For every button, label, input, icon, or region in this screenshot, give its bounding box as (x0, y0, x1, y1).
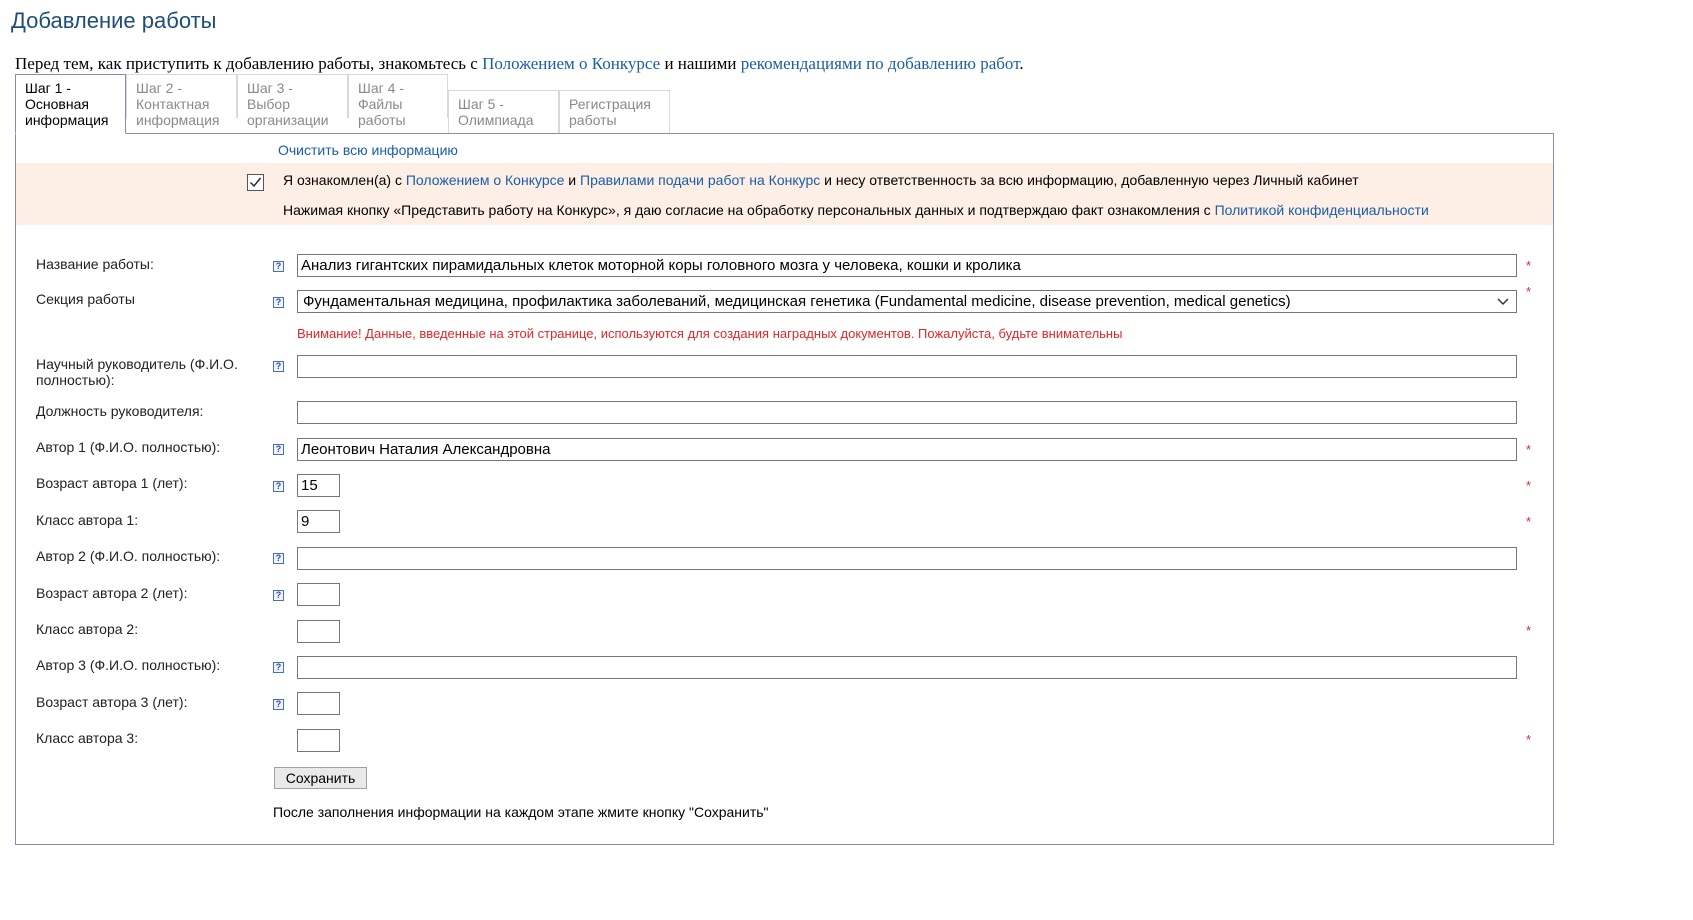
agreement-text: Я ознакомлен(а) с Положением о Конкурсе … (283, 172, 1359, 188)
save-button[interactable]: Сохранить (274, 767, 367, 789)
tab-step-3[interactable]: Шаг 3 - Выбор организации (237, 74, 348, 128)
author3-age-input[interactable] (297, 692, 340, 715)
help-icon[interactable]: ? (273, 444, 284, 455)
help-icon[interactable]: ? (273, 297, 284, 308)
agreement-text-1: Я ознакомлен(а) с (283, 172, 406, 188)
help-icon[interactable]: ? (273, 590, 284, 601)
form-panel (15, 133, 1554, 845)
author2-label: Автор 2 (Ф.И.О. полностью): (36, 548, 221, 564)
work-title-label: Название работы: (36, 256, 154, 272)
author3-class-input[interactable] (297, 729, 340, 752)
page-title: Добавление работы (11, 8, 217, 33)
help-icon[interactable]: ? (273, 553, 284, 564)
supervisor-position-input[interactable] (297, 401, 1517, 424)
required-mark: * (1526, 258, 1532, 273)
submission-rules-link[interactable]: Правилами подачи работ на Конкурс (580, 172, 820, 188)
author3-input[interactable] (297, 656, 1517, 679)
required-mark: * (1526, 442, 1532, 457)
supervisor-label: Научный руководитель (Ф.И.О. полностью): (36, 356, 238, 388)
regulations-link-2[interactable]: Положением о Конкурсе (406, 172, 565, 188)
agreement-checkbox[interactable] (247, 174, 264, 191)
checkmark-icon (250, 177, 262, 188)
tab-step-5[interactable]: Шаг 5 - Олимпиада (448, 90, 559, 134)
required-mark: * (1526, 478, 1532, 493)
tab-step-2[interactable]: Шаг 2 - Контактная информация (126, 74, 237, 128)
section-select[interactable]: Фундаментальная медицина, профилактика з… (297, 290, 1517, 313)
agreement-text-3: и несу ответственность за всю информацию… (820, 172, 1359, 188)
author3-label: Автор 3 (Ф.И.О. полностью): (36, 657, 221, 673)
author1-class-label: Класс автора 1: (36, 512, 139, 528)
author2-input[interactable] (297, 547, 1517, 570)
help-icon[interactable]: ? (273, 699, 284, 710)
author1-label: Автор 1 (Ф.И.О. полностью): (36, 439, 221, 455)
privacy-policy-link[interactable]: Политикой конфиденциальности (1215, 202, 1429, 218)
save-hint: После заполнения информации на каждом эт… (273, 804, 769, 820)
section-selected-value: Фундаментальная медицина, профилактика з… (303, 293, 1291, 310)
clear-all-link[interactable]: Очистить всю информацию (278, 142, 458, 158)
data-warning: Внимание! Данные, введенные на этой стра… (297, 326, 1123, 341)
tab-step-1[interactable]: Шаг 1 - Основная информация (15, 74, 126, 134)
consent-text: Нажимая кнопку «Представить работу на Ко… (283, 202, 1429, 218)
help-icon[interactable]: ? (273, 662, 284, 673)
tab-registration[interactable]: Регистрация работы (559, 90, 670, 134)
required-mark: * (1526, 514, 1532, 529)
required-mark: * (1526, 284, 1532, 299)
intro-text: Перед тем, как приступить к добавлению р… (15, 54, 1024, 74)
author2-age-label: Возраст автора 2 (лет): (36, 585, 188, 601)
tab-step-4[interactable]: Шаг 4 - Файлы работы (348, 74, 448, 128)
author3-class-label: Класс автора 3: (36, 730, 139, 746)
required-mark: * (1526, 732, 1532, 747)
chevron-down-icon (1497, 298, 1509, 306)
intro-text-before: Перед тем, как приступить к добавлению р… (15, 54, 483, 73)
author2-class-input[interactable] (297, 620, 340, 643)
recommendations-link[interactable]: рекомендациями по добавлению работ (741, 54, 1020, 73)
help-icon[interactable]: ? (273, 481, 284, 492)
supervisor-position-label: Должность руководителя: (36, 403, 204, 419)
agreement-text-2: и (564, 172, 580, 188)
intro-text-after: . (1019, 54, 1024, 73)
consent-text-body: Нажимая кнопку «Представить работу на Ко… (283, 202, 1215, 218)
work-title-input[interactable]: Анализ гигантских пирамидальных клеток м… (297, 254, 1517, 277)
section-label: Секция работы (36, 291, 135, 307)
required-mark: * (1526, 623, 1532, 638)
help-icon[interactable]: ? (273, 261, 284, 272)
help-icon[interactable]: ? (273, 361, 284, 372)
supervisor-input[interactable] (297, 355, 1517, 378)
author2-class-label: Класс автора 2: (36, 621, 139, 637)
author1-input[interactable]: Леонтович Наталия Александровна (297, 438, 1517, 461)
author1-age-label: Возраст автора 1 (лет): (36, 475, 188, 491)
intro-text-middle: и нашими (660, 54, 741, 73)
author1-class-input[interactable]: 9 (297, 510, 340, 533)
author3-age-label: Возраст автора 3 (лет): (36, 694, 188, 710)
regulations-link[interactable]: Положением о Конкурсе (482, 54, 660, 73)
author2-age-input[interactable] (297, 583, 340, 606)
author1-age-input[interactable]: 15 (297, 474, 340, 497)
